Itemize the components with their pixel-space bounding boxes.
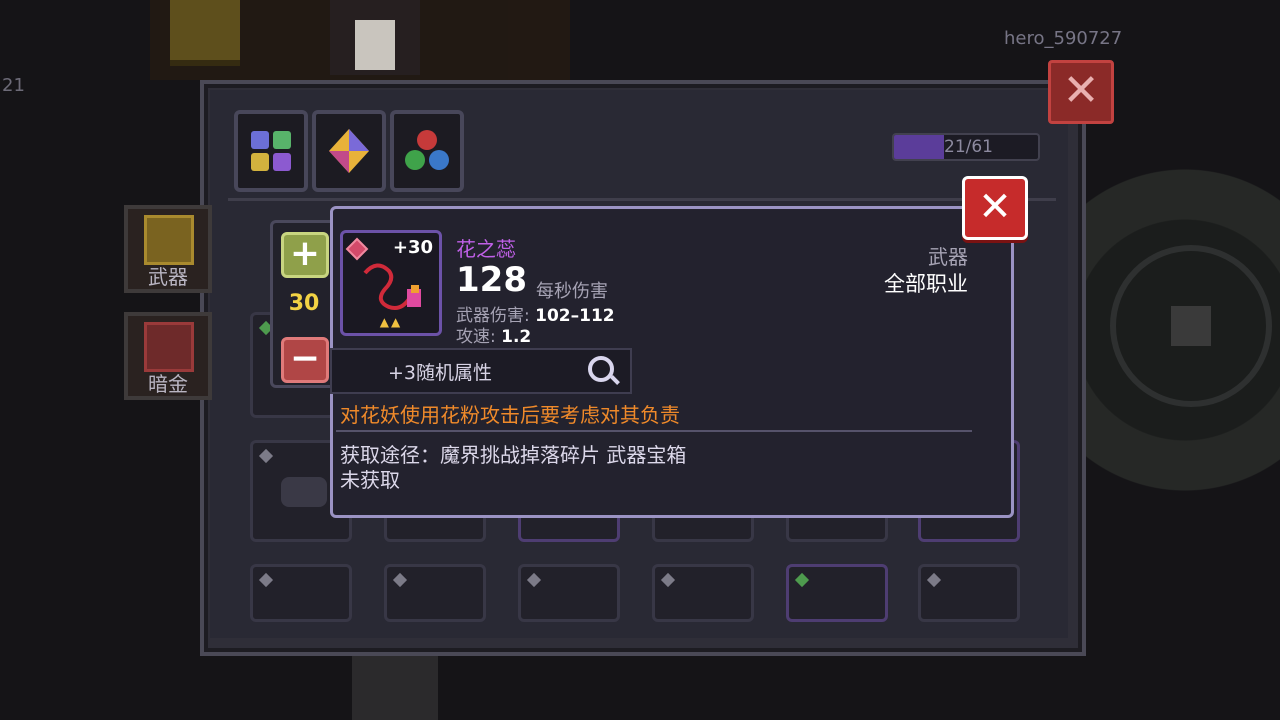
decrease-button[interactable]: − [281,337,329,383]
rarity-gem-icon [926,572,942,588]
attack-speed-value: 1.2 [501,327,532,347]
inventory-cell[interactable] [918,564,1020,622]
side-tab-dark-gold[interactable]: 暗金 [124,312,212,400]
rarity-gem-icon [660,572,676,588]
crystal-icon [329,129,369,173]
side-tab-dark-gold-label: 暗金 [148,372,188,396]
item-owned-status: 未获取 [340,468,400,492]
random-attributes-row[interactable]: +3随机属性 [330,348,632,394]
category-tab-orbs[interactable] [390,110,464,192]
category-tab-all[interactable] [234,110,308,192]
quantity-value: 30 [288,291,320,316]
shop-stall [170,0,240,66]
pet-sprite [352,655,438,720]
increase-button[interactable]: + [281,232,329,278]
rarity-gem-icon [258,448,274,464]
weapon-tab-icon [144,215,194,265]
rarity-gem-icon [258,572,274,588]
item-thumbnail [281,477,327,507]
item-stars: ▲▲ [379,315,403,329]
rarity-gem-icon [794,572,810,588]
inventory-cell[interactable] [786,564,888,622]
whip-weapon-icon [363,263,421,310]
item-name: 花之蕊 [456,237,516,261]
player-name: hero_590727 [1004,28,1123,49]
grid-icon [251,131,291,171]
attack-speed-label: 攻速: [456,327,496,347]
inventory-cell[interactable] [384,564,486,622]
plus-icon: + [289,233,321,274]
weapon-damage-value: 102–112 [535,306,615,326]
close-icon: ✕ [1062,65,1100,116]
magnifier-icon[interactable] [588,356,614,382]
category-tab-gems[interactable] [312,110,386,192]
portal-ring [1110,245,1272,407]
quantity-stepper: + 30 − [270,220,338,388]
npc-sprite [330,0,420,75]
inventory-cell[interactable] [652,564,754,622]
close-icon: ✕ [978,184,1012,230]
item-flavor-text: 对花妖使用花粉攻击后要考虑对其负责 [340,403,680,427]
attack-speed-stat: 攻速: 1.2 [456,322,531,347]
side-tab-weapon[interactable]: 武器 [124,205,212,293]
progress-fill [894,135,944,159]
minus-icon: − [289,338,321,379]
progress-text: 21/61 [944,137,993,157]
tooltip-divider [336,430,972,432]
tooltip-close-button[interactable]: ✕ [962,176,1028,240]
inventory-cell[interactable] [250,564,352,622]
panel-divider [228,198,1056,201]
side-tab-weapon-label: 武器 [148,265,188,289]
item-dps-label: 每秒伤害 [536,281,608,302]
item-icon-frame: +30 ▲▲ [340,230,442,336]
collection-progress: 21/61 [892,133,1040,161]
left-counter: 21 [2,75,25,96]
rarity-gem-icon [526,572,542,588]
orbs-icon [405,130,449,170]
inventory-cell[interactable] [518,564,620,622]
item-class-restriction: 全部职业 [884,272,968,296]
random-attributes-label: +3随机属性 [388,362,493,384]
rarity-gem-icon [392,572,408,588]
item-type: 武器 [928,245,968,269]
panel-close-button[interactable]: ✕ [1048,60,1114,124]
world-shop-area [150,0,570,80]
dark-gold-tab-icon [144,322,194,372]
item-dps-value: 128 [456,260,527,300]
